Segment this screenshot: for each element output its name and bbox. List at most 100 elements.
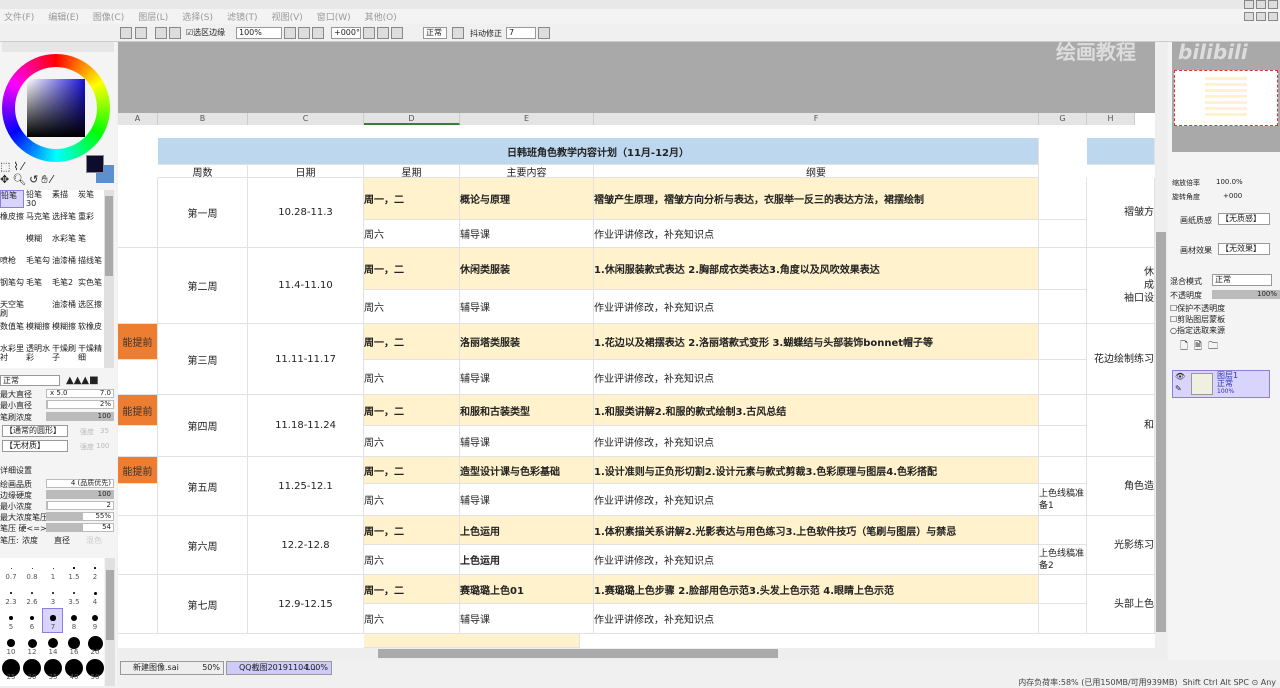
column-header-h[interactable]: H [1087, 113, 1135, 125]
min-density-slider[interactable]: 2 [46, 501, 114, 510]
zoom-in-button[interactable] [312, 27, 324, 39]
tab-new-image[interactable]: 新建图像.sai 50% [120, 661, 224, 675]
canvas-area[interactable]: 绘画教程 A B C D E F G H 日韩班角色教学内容计划（11月-12月） 周数 日期 星期主… [118, 42, 1155, 648]
menu-window[interactable]: 窗口(W) [317, 10, 351, 23]
menu-select[interactable]: 选择(S) [182, 10, 213, 23]
rotate-right-button[interactable] [377, 27, 389, 39]
brush-31[interactable]: 干燥精细 [78, 344, 102, 362]
brush-3[interactable]: 炭笔 [78, 190, 102, 208]
zoom-out-button[interactable] [298, 27, 310, 39]
rotate-left-button[interactable] [363, 27, 375, 39]
brush-21[interactable] [26, 300, 50, 318]
brush-4[interactable]: 橡皮擦 [0, 212, 24, 230]
foreground-color-swatch[interactable] [86, 155, 104, 173]
brush-26[interactable]: 模糊擦 [52, 322, 76, 340]
brush-24[interactable]: 数值笔 [0, 322, 24, 340]
size-scrollbar[interactable] [105, 558, 115, 686]
navigator[interactable]: bilibili [1172, 40, 1280, 152]
rotation-value[interactable]: +000 [1223, 192, 1242, 200]
brush-8[interactable] [0, 234, 24, 252]
pressure-density-checkbox[interactable]: 浓度 [22, 535, 38, 546]
rotation-field[interactable]: +000° [331, 27, 361, 39]
selection-edge-toggle[interactable]: ☑选区边缘 [186, 27, 225, 38]
maximize-button[interactable] [1256, 0, 1266, 9]
color-mode-tabs[interactable] [2, 42, 114, 52]
menu-view[interactable]: 视图(V) [272, 10, 303, 23]
brush-2[interactable]: 素描 [52, 190, 76, 208]
color-wheel[interactable] [2, 54, 110, 162]
brush-9[interactable]: 模糊 [26, 234, 50, 252]
brush-25[interactable]: 模糊擦 [26, 322, 50, 340]
brush-blend-mode[interactable]: 正常 [0, 375, 60, 386]
close-button[interactable] [1268, 0, 1278, 9]
opacity-slider[interactable]: 100% [1212, 290, 1280, 299]
color-square[interactable] [27, 79, 85, 137]
column-header-a[interactable]: A [118, 113, 158, 125]
brush-7[interactable]: 重彩 [78, 212, 102, 230]
brush-1[interactable]: 铅笔30 [26, 190, 50, 208]
menu-edit[interactable]: 编辑(E) [48, 10, 79, 23]
menu-filter[interactable]: 滤镜(T) [227, 10, 258, 23]
tool-icons[interactable]: ⬚⌇⁄ ✥🔍︎↺✋︎⁄ [0, 160, 56, 187]
brush-20[interactable]: 天空笔刷 [0, 300, 24, 318]
column-header-f[interactable]: F [594, 113, 1039, 125]
view-mode-field[interactable]: 正常 [423, 27, 447, 39]
brush-17[interactable]: 毛笔 [26, 278, 50, 296]
navigator-preview[interactable] [1174, 70, 1278, 126]
stabilizer-dropdown[interactable] [538, 27, 550, 39]
pressure-size-checkbox[interactable]: 直径 [54, 535, 70, 546]
layer-action-icons[interactable]: 🗋🗎🗀 [1180, 339, 1224, 356]
column-header-d[interactable]: D [364, 113, 460, 125]
brush-19[interactable]: 实色笔 [78, 278, 102, 296]
blend-mode-select[interactable]: 正常 [1212, 274, 1272, 286]
selection-source-radio[interactable]: ○指定选取来源 [1170, 325, 1225, 336]
zoom-value[interactable]: 100.0% [1216, 178, 1243, 186]
clipping-checkbox[interactable]: ☐剪贴图层蒙板 [1170, 314, 1225, 325]
brush-scrollbar[interactable] [104, 190, 114, 368]
brush-28[interactable]: 水彩里衬 [0, 344, 24, 362]
brush-30[interactable]: 干燥刷子 [52, 344, 76, 362]
brush-5[interactable]: 马克笔 [26, 212, 50, 230]
brush-27[interactable]: 软橡皮 [78, 322, 102, 340]
layer-item[interactable]: 图层1 正常 100% 👁︎ ✎ [1172, 370, 1270, 398]
doc-restore-button[interactable] [1256, 12, 1266, 21]
horizontal-scrollbar[interactable] [118, 648, 1155, 660]
deselect-button[interactable] [155, 27, 167, 39]
vertical-scrollbar[interactable] [1155, 42, 1167, 660]
brush-14[interactable]: 油漆桶 [52, 256, 76, 274]
brush-10[interactable]: 水彩笔 [52, 234, 76, 252]
invert-select-button[interactable] [169, 27, 181, 39]
stabilizer-field[interactable]: 7 [506, 27, 536, 39]
protect-opacity-checkbox[interactable]: ☐保护不透明度 [1170, 303, 1225, 314]
brush-shape-select[interactable]: 【通常的圆形】 [2, 425, 68, 437]
zoom-dropdown[interactable] [284, 27, 296, 39]
brush-13[interactable]: 毛笔勾 [26, 256, 50, 274]
density-slider[interactable]: 100 [46, 412, 114, 421]
minimize-button[interactable] [1244, 0, 1254, 9]
brush-23[interactable]: 选区擦 [78, 300, 102, 318]
zoom-field[interactable]: 100% [236, 27, 282, 39]
paper-texture-select[interactable]: 【无质感】 [1218, 213, 1270, 225]
tab-qq-screenshot[interactable]: QQ截图20191104... 100% [226, 661, 332, 675]
doc-close-button[interactable] [1268, 12, 1278, 21]
menu-file[interactable]: 文件(F) [4, 10, 34, 23]
pressure-slider[interactable]: 54 [46, 523, 114, 532]
max-size-slider[interactable]: x 5.0 7.0 [46, 389, 114, 398]
menu-other[interactable]: 其他(O) [365, 10, 397, 23]
pressure-blend-checkbox[interactable]: 混色 [86, 535, 102, 546]
menu-image[interactable]: 图像(C) [93, 10, 124, 23]
column-header-g[interactable]: G [1039, 113, 1087, 125]
brush-texture-select[interactable]: 【无材质】 [2, 440, 68, 452]
min-size-slider[interactable]: 2% [46, 400, 114, 409]
brush-shape-icons[interactable]: ▲▲▲■ [66, 375, 99, 386]
brush-16[interactable]: 钢笔勾 [0, 278, 24, 296]
brush-18[interactable]: 毛笔2 [52, 278, 76, 296]
brush-0[interactable]: 铅笔 [0, 190, 24, 208]
doc-minimize-button[interactable] [1244, 12, 1254, 21]
redo-button[interactable] [135, 27, 147, 39]
column-header-e[interactable]: E [460, 113, 594, 125]
brush-29[interactable]: 透明水彩 [26, 344, 50, 362]
advanced-settings-toggle[interactable]: 详细设置 [0, 465, 32, 476]
eye-icon[interactable]: 👁︎ [1175, 372, 1185, 381]
brush-22[interactable]: 油漆桶 [52, 300, 76, 318]
